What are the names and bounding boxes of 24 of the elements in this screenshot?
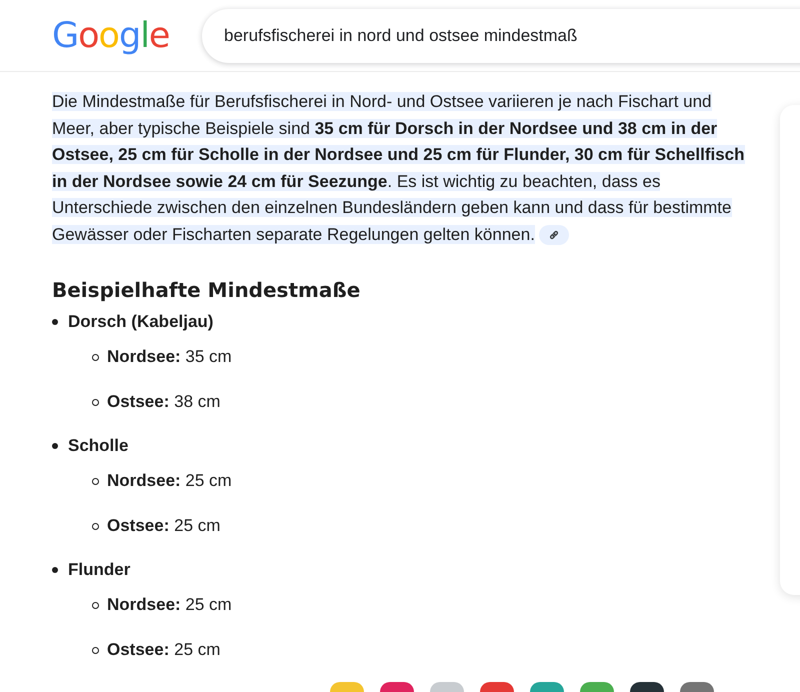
bullet-icon xyxy=(92,522,99,530)
fish-name: Flunder xyxy=(68,560,130,580)
size-entry: Nordsee: 35 cm xyxy=(107,347,232,367)
bullet-icon xyxy=(92,646,99,654)
search-field[interactable]: berufsfischerei in nord und ostsee mindestmaß xyxy=(202,8,800,62)
bullet-icon xyxy=(92,478,99,484)
bullet-icon xyxy=(52,319,58,325)
size-entry: Ostsee: 25 cm xyxy=(107,640,220,660)
size-entry: Nordsee: 25 cm xyxy=(107,595,232,615)
overview-paragraph: Die Mindestmaße für Berufsfischerei in Nord- und Ostsee variieren je nach Fischart und Meer, aber typische Beispiele sind 35 cm für Dorsch in der Nordsee und 38 cm in der Ostsee, 25 cm für Scholle in der Nordsee und 25 cm für Flunder, 30 cm für Schellfisch in der Nordsee sowie 24 cm für Seezunge. Es ist wichtig zu beachten, dass es Unterschiede zwischen den einzelnen Bundesländern geben kann und dass für bestimmte Gewässer oder Fischarten separate Regelungen gelten können. xyxy=(52,91,746,248)
google-logo[interactable]: Google xyxy=(52,16,202,56)
link-button[interactable] xyxy=(538,225,569,246)
fish-name: Scholle xyxy=(68,436,128,456)
bullet-icon xyxy=(92,602,99,608)
bullet-icon xyxy=(92,354,99,360)
link-icon xyxy=(548,229,560,242)
bullet-icon xyxy=(92,398,99,406)
size-entry: Nordsee: 25 cm xyxy=(107,471,232,491)
section-heading: Beispielhafte Mindestmaße xyxy=(52,278,362,302)
size-entry: Ostsee: 25 cm xyxy=(107,516,220,536)
bullet-icon xyxy=(52,443,58,449)
fish-name: Dorsch (Kabeljau) xyxy=(68,312,214,332)
size-entry: Ostsee: 38 cm xyxy=(107,392,220,412)
bullet-icon xyxy=(52,567,58,573)
